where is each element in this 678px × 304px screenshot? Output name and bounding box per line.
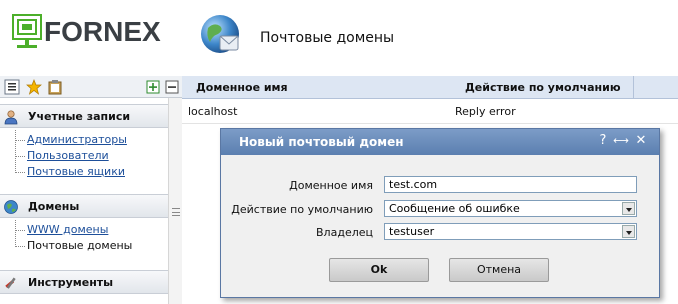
close-icon[interactable]: ✕: [633, 133, 649, 149]
sidebar-section-tools[interactable]: Инструменты: [0, 270, 168, 294]
mail-globe-icon: [201, 15, 239, 53]
list-icon[interactable]: [4, 79, 20, 95]
dialog-titlebar[interactable]: Новый почтовый домен ? ⟷ ✕: [221, 129, 659, 155]
sidebar-section-title: Учетные записи: [28, 110, 131, 123]
header: FORNEX Почтовые домены: [0, 0, 678, 76]
users-icon: [4, 110, 18, 125]
column-header-domain[interactable]: Доменное имя: [196, 81, 288, 94]
sidebar-item-label: Администраторы: [27, 133, 127, 146]
clipboard-icon[interactable]: [47, 79, 63, 95]
table-header: Доменное имя Действие по умолчанию: [182, 76, 678, 99]
sidebar: Учетные записи Администраторы Пользовате…: [0, 98, 168, 304]
expand-all-icon[interactable]: [145, 79, 161, 95]
new-mail-domain-dialog: Новый почтовый домен ? ⟷ ✕ Доменное имя …: [220, 128, 660, 298]
sidebar-item-www-domains[interactable]: WWW домены: [15, 223, 165, 237]
page-title: Почтовые домены: [260, 30, 395, 46]
sidebar-section-title: Домены: [28, 200, 80, 213]
chevron-down-icon[interactable]: [622, 225, 635, 238]
column-header-default-action[interactable]: Действие по умолчанию: [465, 81, 621, 94]
domain-name-label: Доменное имя: [289, 179, 373, 192]
column-divider[interactable]: [633, 76, 634, 99]
sidebar-section-title: Инструменты: [28, 276, 114, 289]
star-icon[interactable]: [26, 79, 42, 95]
fornex-logo-icon: [12, 14, 42, 48]
default-action-select[interactable]: Сообщение об ошибке: [384, 200, 637, 217]
cell-domain: localhost: [188, 105, 238, 118]
default-action-label: Действие по умолчанию: [231, 203, 373, 216]
collapse-all-icon[interactable]: [164, 79, 180, 95]
sidebar-item-administrators[interactable]: Администраторы: [15, 133, 165, 147]
sidebar-item-mail-domains[interactable]: Почтовые домены: [15, 239, 165, 253]
sidebar-item-mailboxes[interactable]: Почтовые ящики: [15, 165, 165, 179]
default-action-value: Сообщение об ошибке: [389, 202, 520, 215]
sidebar-item-users[interactable]: Пользователи: [15, 149, 165, 163]
sidebar-item-label: Пользователи: [27, 149, 109, 162]
sidebar-toolbar: [0, 76, 182, 98]
sidebar-item-label: WWW домены: [27, 223, 109, 236]
owner-value: testuser: [389, 225, 435, 238]
cancel-button[interactable]: Отмена: [449, 258, 549, 282]
dialog-title: Новый почтовый домен: [239, 135, 404, 149]
logo-text: FORNEX: [44, 16, 161, 47]
app-root: FORNEX Почтовые домены Учетные записи Ад…: [0, 0, 678, 304]
sidebar-item-label: Почтовые ящики: [27, 165, 125, 178]
owner-select[interactable]: testuser: [384, 223, 637, 240]
chevron-down-icon[interactable]: [622, 202, 635, 215]
globe-icon: [4, 200, 18, 214]
owner-label: Владелец: [316, 226, 373, 239]
table-row[interactable]: localhost Reply error: [182, 100, 678, 124]
domain-name-input[interactable]: [384, 176, 637, 193]
sidebar-item-label: Почтовые домены: [27, 239, 133, 252]
sidebar-section-accounts[interactable]: Учетные записи: [0, 104, 168, 128]
ok-button[interactable]: Ok: [329, 258, 429, 282]
help-icon[interactable]: ?: [595, 133, 611, 149]
sidebar-section-domains[interactable]: Домены: [0, 194, 168, 218]
grip-icon: [172, 208, 180, 216]
tools-icon: [5, 277, 16, 289]
sidebar-resize-handle[interactable]: [168, 98, 182, 304]
cell-default-action: Reply error: [455, 105, 516, 118]
maximize-icon[interactable]: ⟷: [613, 133, 629, 149]
